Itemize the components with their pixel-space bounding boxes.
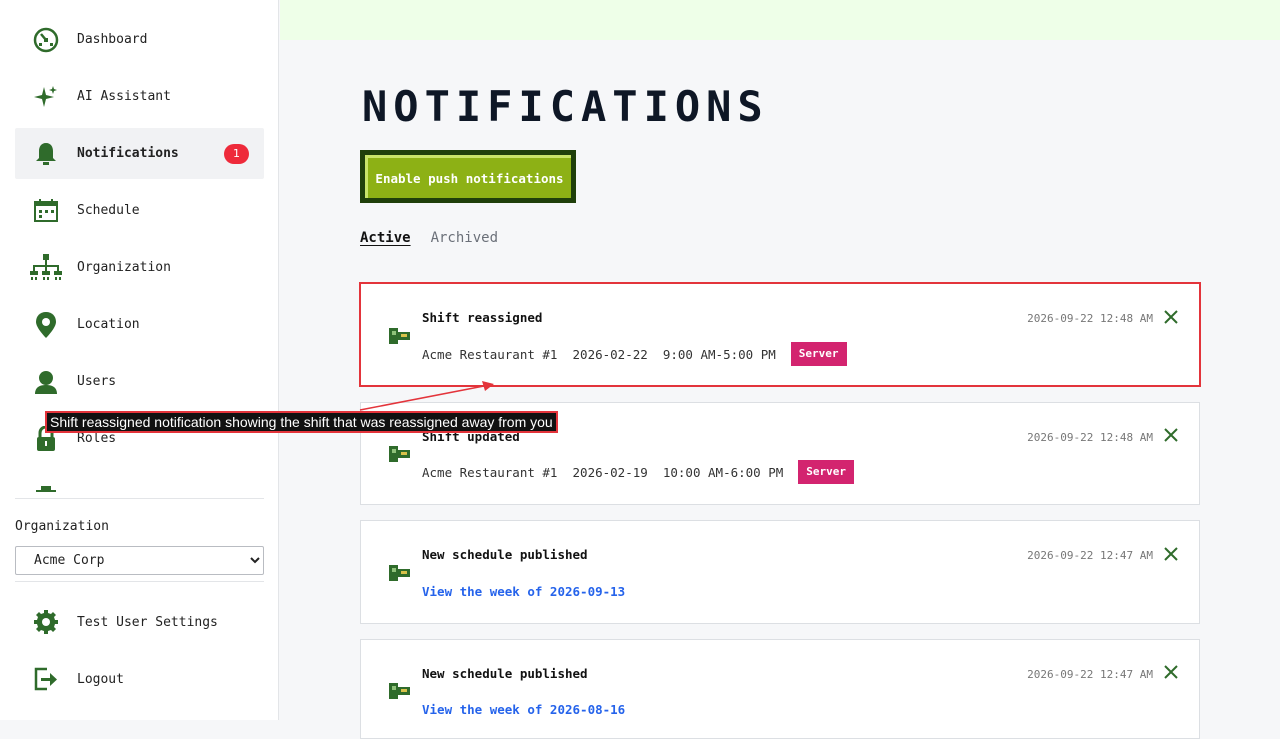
logout-label: Logout — [77, 672, 124, 687]
notification-count-badge: 1 — [224, 144, 249, 164]
sidebar-item-dashboard[interactable]: Dashboard — [15, 14, 264, 65]
notification-timestamp: 2026-09-22 12:48 AM — [1027, 431, 1153, 444]
shift-location: Acme Restaurant #1 — [422, 346, 558, 362]
notification-details: Acme Restaurant #1 2026-02-22 9:00 AM-5:… — [422, 342, 847, 366]
sidebar-item-schedule[interactable]: Schedule — [15, 185, 264, 236]
sidebar-item-ai-assistant[interactable]: AI Assistant — [15, 71, 264, 122]
sidebar-item-label: Dashboard — [77, 32, 148, 47]
push-button-label: Enable push notifications — [365, 155, 571, 198]
dismiss-notification-icon[interactable] — [1163, 427, 1179, 443]
notification-type-icon — [389, 683, 410, 699]
notification-type-icon — [389, 446, 410, 462]
sidebar-item-more[interactable] — [15, 470, 264, 492]
role-tag: Server — [798, 460, 855, 484]
calendar-icon — [30, 198, 62, 224]
notification-details: Acme Restaurant #1 2026-02-19 10:00 AM-6… — [422, 460, 855, 484]
partially-hidden-icon — [30, 483, 62, 492]
annotation-callout: Shift reassigned notification showing th… — [45, 411, 558, 433]
view-week-link[interactable]: View the week of 2026-09-13 — [422, 584, 625, 599]
notification-title: New schedule published — [422, 547, 588, 562]
shift-date: 2026-02-19 — [572, 464, 648, 480]
sidebar-item-notifications[interactable]: Notifications 1 — [15, 128, 264, 179]
dismiss-notification-icon[interactable] — [1163, 664, 1179, 680]
notification-title: New schedule published — [422, 666, 588, 681]
enable-push-notifications-button[interactable]: Enable push notifications — [360, 150, 576, 203]
view-week-link[interactable]: View the week of 2026-08-16 — [422, 702, 625, 717]
sidebar-item-label: Organization — [77, 260, 171, 275]
sidebar-item-location[interactable]: Location — [15, 299, 264, 350]
top-banner — [280, 0, 1280, 40]
shift-hours: 10:00 AM-6:00 PM — [662, 464, 784, 480]
tab-active[interactable]: Active — [360, 230, 411, 246]
shift-date: 2026-02-22 — [572, 346, 648, 362]
user-icon — [30, 369, 62, 395]
sidebar: Dashboard AI Assistant Notifications 1 S… — [0, 0, 279, 720]
organization-label: Organization — [15, 519, 109, 534]
shift-hours: 9:00 AM-5:00 PM — [662, 346, 776, 362]
sidebar-divider — [15, 498, 264, 499]
notification-card-shift-reassigned[interactable]: Shift reassigned 2026-09-22 12:48 AM Acm… — [359, 282, 1201, 387]
settings-label: Test User Settings — [77, 615, 218, 630]
notification-timestamp: 2026-09-22 12:48 AM — [1027, 312, 1153, 325]
shift-location: Acme Restaurant #1 — [422, 464, 558, 480]
sidebar-divider — [15, 581, 264, 582]
notification-tabs: Active Archived — [360, 230, 498, 246]
sidebar-item-label: Notifications — [77, 146, 179, 161]
notification-card-schedule-published[interactable]: New schedule published 2026-09-22 12:47 … — [360, 639, 1200, 739]
location-pin-icon — [30, 312, 62, 338]
sparkle-icon — [30, 84, 62, 110]
sidebar-item-label: Roles — [77, 431, 117, 446]
notification-timestamp: 2026-09-22 12:47 AM — [1027, 549, 1153, 562]
logout-link[interactable]: Logout — [15, 660, 264, 700]
sidebar-item-users[interactable]: Users — [15, 356, 264, 407]
sidebar-item-label: AI Assistant — [77, 89, 171, 104]
org-chart-icon — [30, 254, 62, 281]
notification-title: Shift reassigned — [422, 310, 543, 325]
logout-icon — [30, 666, 62, 692]
sidebar-item-label: Schedule — [77, 203, 140, 218]
sidebar-item-organization[interactable]: Organization — [15, 242, 264, 293]
notification-card-schedule-published[interactable]: New schedule published 2026-09-22 12:47 … — [360, 520, 1200, 624]
tab-archived[interactable]: Archived — [431, 230, 498, 246]
sidebar-item-label: Users — [77, 374, 117, 389]
dismiss-notification-icon[interactable] — [1163, 309, 1179, 325]
bell-icon — [30, 141, 62, 167]
dashboard-icon — [30, 27, 62, 53]
notification-type-icon — [389, 565, 410, 581]
gear-icon — [30, 609, 62, 635]
page-title: NOTIFICATIONS — [362, 82, 769, 131]
sidebar-item-label: Location — [77, 317, 140, 332]
notification-type-icon — [389, 328, 410, 344]
test-user-settings-link[interactable]: Test User Settings — [15, 603, 264, 643]
role-tag: Server — [790, 342, 847, 366]
dismiss-notification-icon[interactable] — [1163, 546, 1179, 562]
organization-select[interactable]: Acme Corp — [15, 546, 264, 575]
notification-timestamp: 2026-09-22 12:47 AM — [1027, 668, 1153, 681]
